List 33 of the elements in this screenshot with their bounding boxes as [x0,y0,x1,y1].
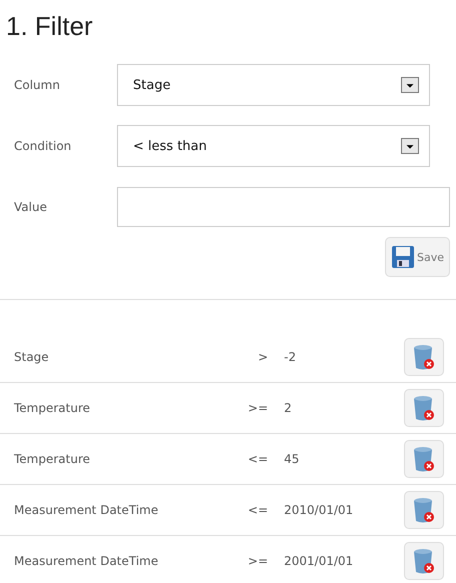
trash-can-icon [412,394,436,422]
delete-button[interactable] [404,338,444,376]
filter-operator: >= [246,401,269,415]
filter-operator: <= [246,503,269,517]
delete-button[interactable] [404,440,444,478]
filter-value: -2 [284,350,297,364]
filter-operator: >= [246,554,269,568]
field-label: Condition [13,139,72,153]
field-label: Value [13,200,48,214]
delete-button[interactable] [404,542,444,580]
filter-column: Measurement DateTime [14,503,232,517]
condition-dropdown[interactable]: < less than [117,125,430,167]
value-input[interactable] [117,187,450,227]
filter-column: Stage [14,350,232,364]
trash-can-icon [412,445,436,473]
delete-button[interactable] [404,491,444,529]
trash-can-icon [412,496,436,524]
filter-value: 2 [284,401,293,415]
filter-value: 2010/01/01 [284,503,354,517]
filter-column: Measurement DateTime [14,554,232,568]
field-label: Column [13,78,61,92]
column-dropdown[interactable]: Stage [117,64,430,106]
page-title: 1. Filter [6,10,94,43]
delete-button[interactable] [404,389,444,427]
trash-can-icon [412,547,436,575]
trash-can-icon [412,343,436,371]
filter-column: Temperature [14,452,232,466]
filter-operator: <= [246,452,269,466]
save-button[interactable]: Save [384,237,450,277]
filter-value: 2001/01/01 [284,554,354,568]
filter-operator: > [256,350,269,364]
filter-value: 45 [284,452,300,466]
filter-column: Temperature [14,401,232,415]
